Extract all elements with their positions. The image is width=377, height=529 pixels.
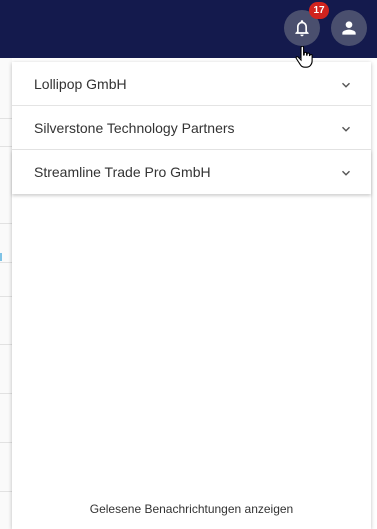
notification-group-label: Silverstone Technology Partners — [34, 119, 235, 136]
notification-count-badge: 17 — [309, 2, 329, 19]
show-read-notifications-link[interactable]: Gelesene Benachrichtungen anzeigen — [12, 502, 371, 516]
background-divider — [0, 393, 12, 394]
background-divider — [0, 491, 12, 492]
background-divider — [0, 146, 12, 147]
notification-group-label: Lollipop GmbH — [34, 75, 127, 92]
person-icon — [342, 21, 356, 35]
notification-group-label: Streamline Trade Pro GmbH — [34, 164, 211, 180]
background-divider — [0, 296, 12, 297]
notification-group-lollipop[interactable]: Lollipop GmbH — [12, 62, 371, 106]
notification-group-list: Lollipop GmbH Silverstone Technology Par… — [12, 62, 371, 194]
notification-group-silverstone[interactable]: Silverstone Technology Partners — [12, 106, 371, 150]
background-divider — [0, 262, 12, 263]
top-app-bar: 17 — [0, 0, 377, 58]
chevron-down-icon — [342, 126, 350, 132]
notification-group-streamline[interactable]: Streamline Trade Pro GmbH — [12, 150, 371, 194]
user-menu-button[interactable] — [331, 10, 367, 46]
background-accent — [0, 253, 2, 261]
bell-icon — [295, 20, 309, 37]
chevron-down-icon — [342, 170, 350, 176]
background-divider — [0, 118, 12, 119]
chevron-down-icon — [342, 82, 350, 88]
hand-cursor-icon — [295, 46, 313, 68]
notifications-panel: Lollipop GmbH Silverstone Technology Par… — [12, 62, 371, 529]
background-divider — [0, 344, 12, 345]
background-divider — [0, 223, 12, 224]
background-divider — [0, 442, 12, 443]
background-page — [0, 58, 12, 529]
